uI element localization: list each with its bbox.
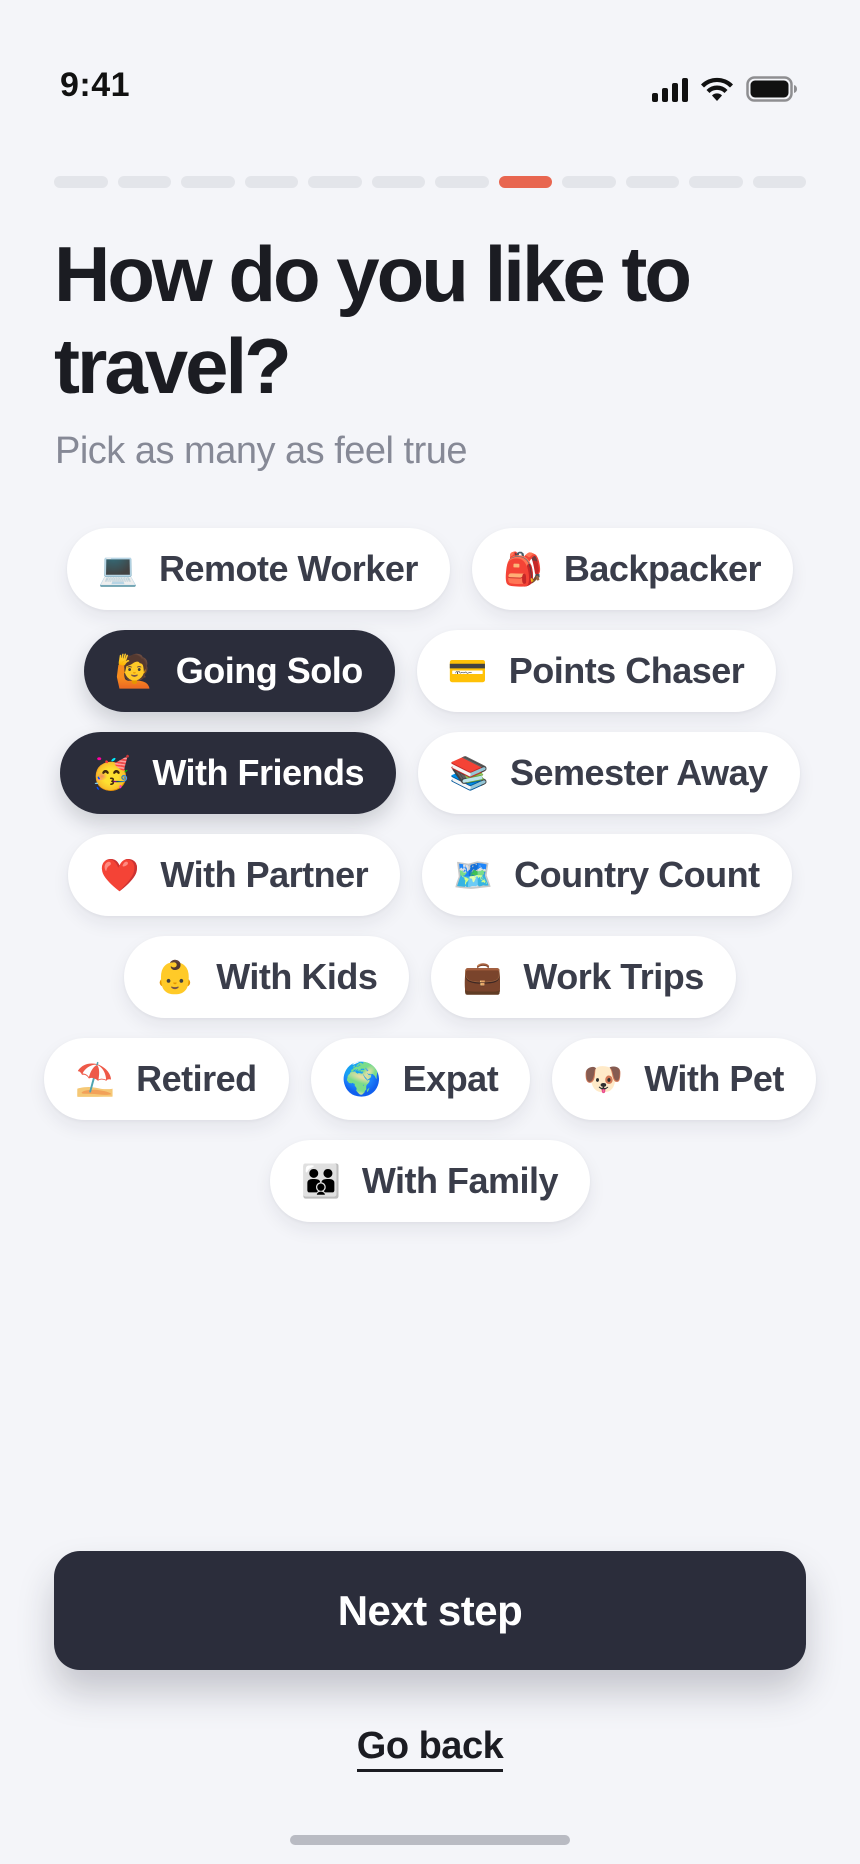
option-chip-label: Semester Away bbox=[510, 752, 768, 793]
progress-segment bbox=[562, 176, 616, 188]
option-row: ⛱️ Retired 🌍 Expat 🐶 With Pet bbox=[0, 1038, 860, 1120]
progress-segment bbox=[308, 176, 362, 188]
heart-icon: ❤️ bbox=[99, 857, 140, 893]
travel-style-options: 💻 Remote Worker 🎒 Backpacker 🙋 Going Solo 💳 Poi… bbox=[0, 528, 860, 1242]
option-chip-label: Backpacker bbox=[563, 548, 762, 589]
next-step-button[interactable]: Next step bbox=[54, 1551, 806, 1670]
option-chip-label: Going Solo bbox=[175, 650, 363, 691]
option-chip-label: Country Count bbox=[514, 854, 760, 895]
baby-icon: 👶 bbox=[155, 959, 196, 995]
option-chip-label: With Pet bbox=[644, 1058, 784, 1099]
option-chip-label: Remote Worker bbox=[158, 548, 418, 589]
dog-face-icon: 🐶 bbox=[583, 1061, 624, 1097]
page-title: How do you like to travel? bbox=[54, 230, 692, 410]
option-chip-semester-away[interactable]: 📚 Semester Away bbox=[418, 732, 800, 814]
globe-icon: 🌍 bbox=[341, 1061, 382, 1097]
option-chip-label: Retired bbox=[136, 1058, 257, 1099]
progress-segment bbox=[54, 176, 108, 188]
option-chip-label: With Partner bbox=[160, 854, 369, 895]
option-chip-expat[interactable]: 🌍 Expat bbox=[310, 1038, 531, 1120]
option-chip-label: Expat bbox=[402, 1058, 499, 1099]
option-chip-going-solo[interactable]: 🙋 Going Solo bbox=[83, 630, 395, 712]
go-back-container: Go back bbox=[0, 1725, 860, 1772]
progress-segment bbox=[117, 176, 171, 188]
option-row: 👶 With Kids 💼 Work Trips bbox=[0, 936, 860, 1018]
progress-segment bbox=[689, 176, 743, 188]
option-row: 🥳 With Friends 📚 Semester Away bbox=[0, 732, 860, 814]
person-raising-hand-icon: 🙋 bbox=[114, 653, 155, 689]
status-icons bbox=[652, 76, 798, 102]
option-chip-label: Points Chaser bbox=[508, 650, 745, 691]
wifi-icon bbox=[700, 76, 734, 102]
option-chip-with-pet[interactable]: 🐶 With Pet bbox=[552, 1038, 816, 1120]
go-back-link[interactable]: Go back bbox=[356, 1725, 504, 1772]
credit-card-icon: 💳 bbox=[447, 653, 488, 689]
option-chip-with-kids[interactable]: 👶 With Kids bbox=[124, 936, 410, 1018]
option-row: 🙋 Going Solo 💳 Points Chaser bbox=[0, 630, 860, 712]
step-progress-bar bbox=[54, 176, 806, 188]
progress-segment bbox=[752, 176, 806, 188]
option-chip-label: Work Trips bbox=[523, 956, 704, 997]
progress-segment bbox=[435, 176, 489, 188]
cellular-signal-icon bbox=[652, 76, 688, 102]
option-chip-with-family[interactable]: 👪 With Family bbox=[269, 1140, 591, 1222]
progress-segment bbox=[244, 176, 298, 188]
option-chip-label: With Family bbox=[361, 1160, 559, 1201]
option-chip-with-friends[interactable]: 🥳 With Friends bbox=[60, 732, 396, 814]
option-chip-backpacker[interactable]: 🎒 Backpacker bbox=[471, 528, 794, 610]
books-icon: 📚 bbox=[449, 755, 489, 791]
battery-icon bbox=[746, 76, 798, 102]
option-chip-country-count[interactable]: 🗺️ Country Count bbox=[422, 834, 792, 916]
option-row: 💻 Remote Worker 🎒 Backpacker bbox=[0, 528, 860, 610]
home-indicator[interactable] bbox=[290, 1835, 570, 1845]
status-time: 9:41 bbox=[60, 66, 131, 104]
option-chip-label: With Kids bbox=[216, 956, 378, 997]
world-map-icon: 🗺️ bbox=[453, 857, 494, 893]
option-chip-work-trips[interactable]: 💼 Work Trips bbox=[431, 936, 736, 1018]
option-chip-with-partner[interactable]: ❤️ With Partner bbox=[68, 834, 401, 916]
partying-face-icon: 🥳 bbox=[91, 755, 132, 791]
laptop-icon: 💻 bbox=[98, 551, 138, 587]
option-chip-remote-worker[interactable]: 💻 Remote Worker bbox=[66, 528, 450, 610]
briefcase-icon: 💼 bbox=[462, 959, 503, 995]
progress-segment-current bbox=[498, 176, 552, 188]
option-chip-points-chaser[interactable]: 💳 Points Chaser bbox=[416, 630, 777, 712]
beach-umbrella-icon: ⛱️ bbox=[75, 1061, 116, 1097]
family-icon: 👪 bbox=[300, 1163, 341, 1199]
backpack-icon: 🎒 bbox=[502, 551, 543, 587]
option-chip-label: With Friends bbox=[152, 752, 364, 793]
progress-segment bbox=[625, 176, 679, 188]
progress-segment bbox=[181, 176, 235, 188]
progress-segment bbox=[371, 176, 425, 188]
option-row: ❤️ With Partner 🗺️ Country Count bbox=[0, 834, 860, 916]
status-bar: 9:41 bbox=[0, 0, 860, 130]
page-subtitle: Pick as many as feel true bbox=[55, 430, 468, 472]
option-chip-retired[interactable]: ⛱️ Retired bbox=[44, 1038, 289, 1120]
onboarding-screen: 9:41 How do you like to travel? Pick as … bbox=[0, 0, 860, 1864]
option-row: 👪 With Family bbox=[0, 1140, 860, 1222]
